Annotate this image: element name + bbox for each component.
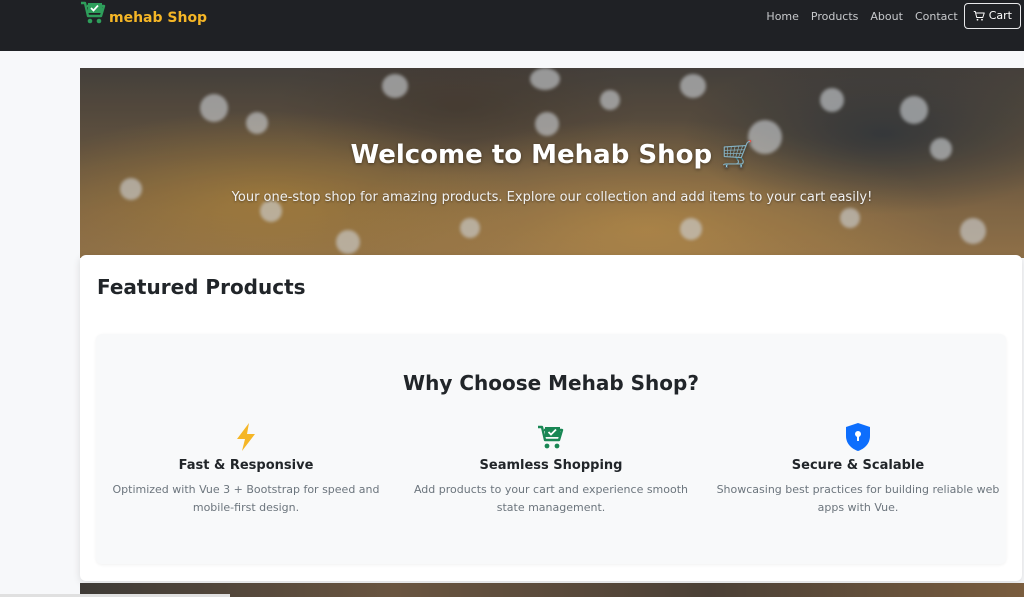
lightning-icon xyxy=(237,423,255,451)
feature-title: Secure & Scalable xyxy=(791,458,925,473)
cart-button[interactable]: Cart xyxy=(963,3,1021,29)
hero-subtitle: Your one-stop shop for amazing products.… xyxy=(231,190,873,205)
navbar: mehab Shop Home Products About Contact C… xyxy=(0,0,1024,51)
feature-description: Showcasing best practices for building r… xyxy=(716,483,1000,514)
feature-title: Fast & Responsive xyxy=(178,458,314,473)
content-card: Featured Products Why Choose Mehab Shop?… xyxy=(80,255,1022,581)
nav-link-contact[interactable]: Contact xyxy=(915,10,958,23)
feature-secure: Secure & Scalable Showcasing best practi… xyxy=(708,422,1008,517)
nav-links: Home Products About Contact Cart xyxy=(766,3,1024,29)
nav-link-products[interactable]: Products xyxy=(811,10,859,23)
feature-description: Optimized with Vue 3 + Bootstrap for spe… xyxy=(112,483,380,514)
hero-title: Welcome to Mehab Shop 🛒 xyxy=(350,140,754,170)
feature-shopping: Seamless Shopping Add products to your c… xyxy=(401,422,701,517)
feature-fast: Fast & Responsive Optimized with Vue 3 +… xyxy=(96,422,396,517)
feature-description: Add products to your cart and experience… xyxy=(413,483,689,514)
cart-icon xyxy=(973,10,985,21)
why-choose-section: Why Choose Mehab Shop? Fast & Responsive… xyxy=(96,334,1006,564)
nav-link-home[interactable]: Home xyxy=(766,10,798,23)
hero-banner: Welcome to Mehab Shop 🛒 Your one-stop sh… xyxy=(80,68,1024,258)
cart-label: Cart xyxy=(988,9,1012,22)
feature-title: Seamless Shopping xyxy=(479,458,623,473)
featured-products-title: Featured Products xyxy=(97,275,306,299)
brand-link[interactable]: mehab Shop xyxy=(80,0,207,30)
brand-name: mehab Shop xyxy=(109,10,208,26)
cart-check-icon xyxy=(81,1,106,24)
nav-link-about[interactable]: About xyxy=(870,10,903,23)
cart-check-icon xyxy=(538,425,564,449)
why-choose-title: Why Choose Mehab Shop? xyxy=(403,371,699,395)
shield-lock-icon xyxy=(846,423,870,451)
